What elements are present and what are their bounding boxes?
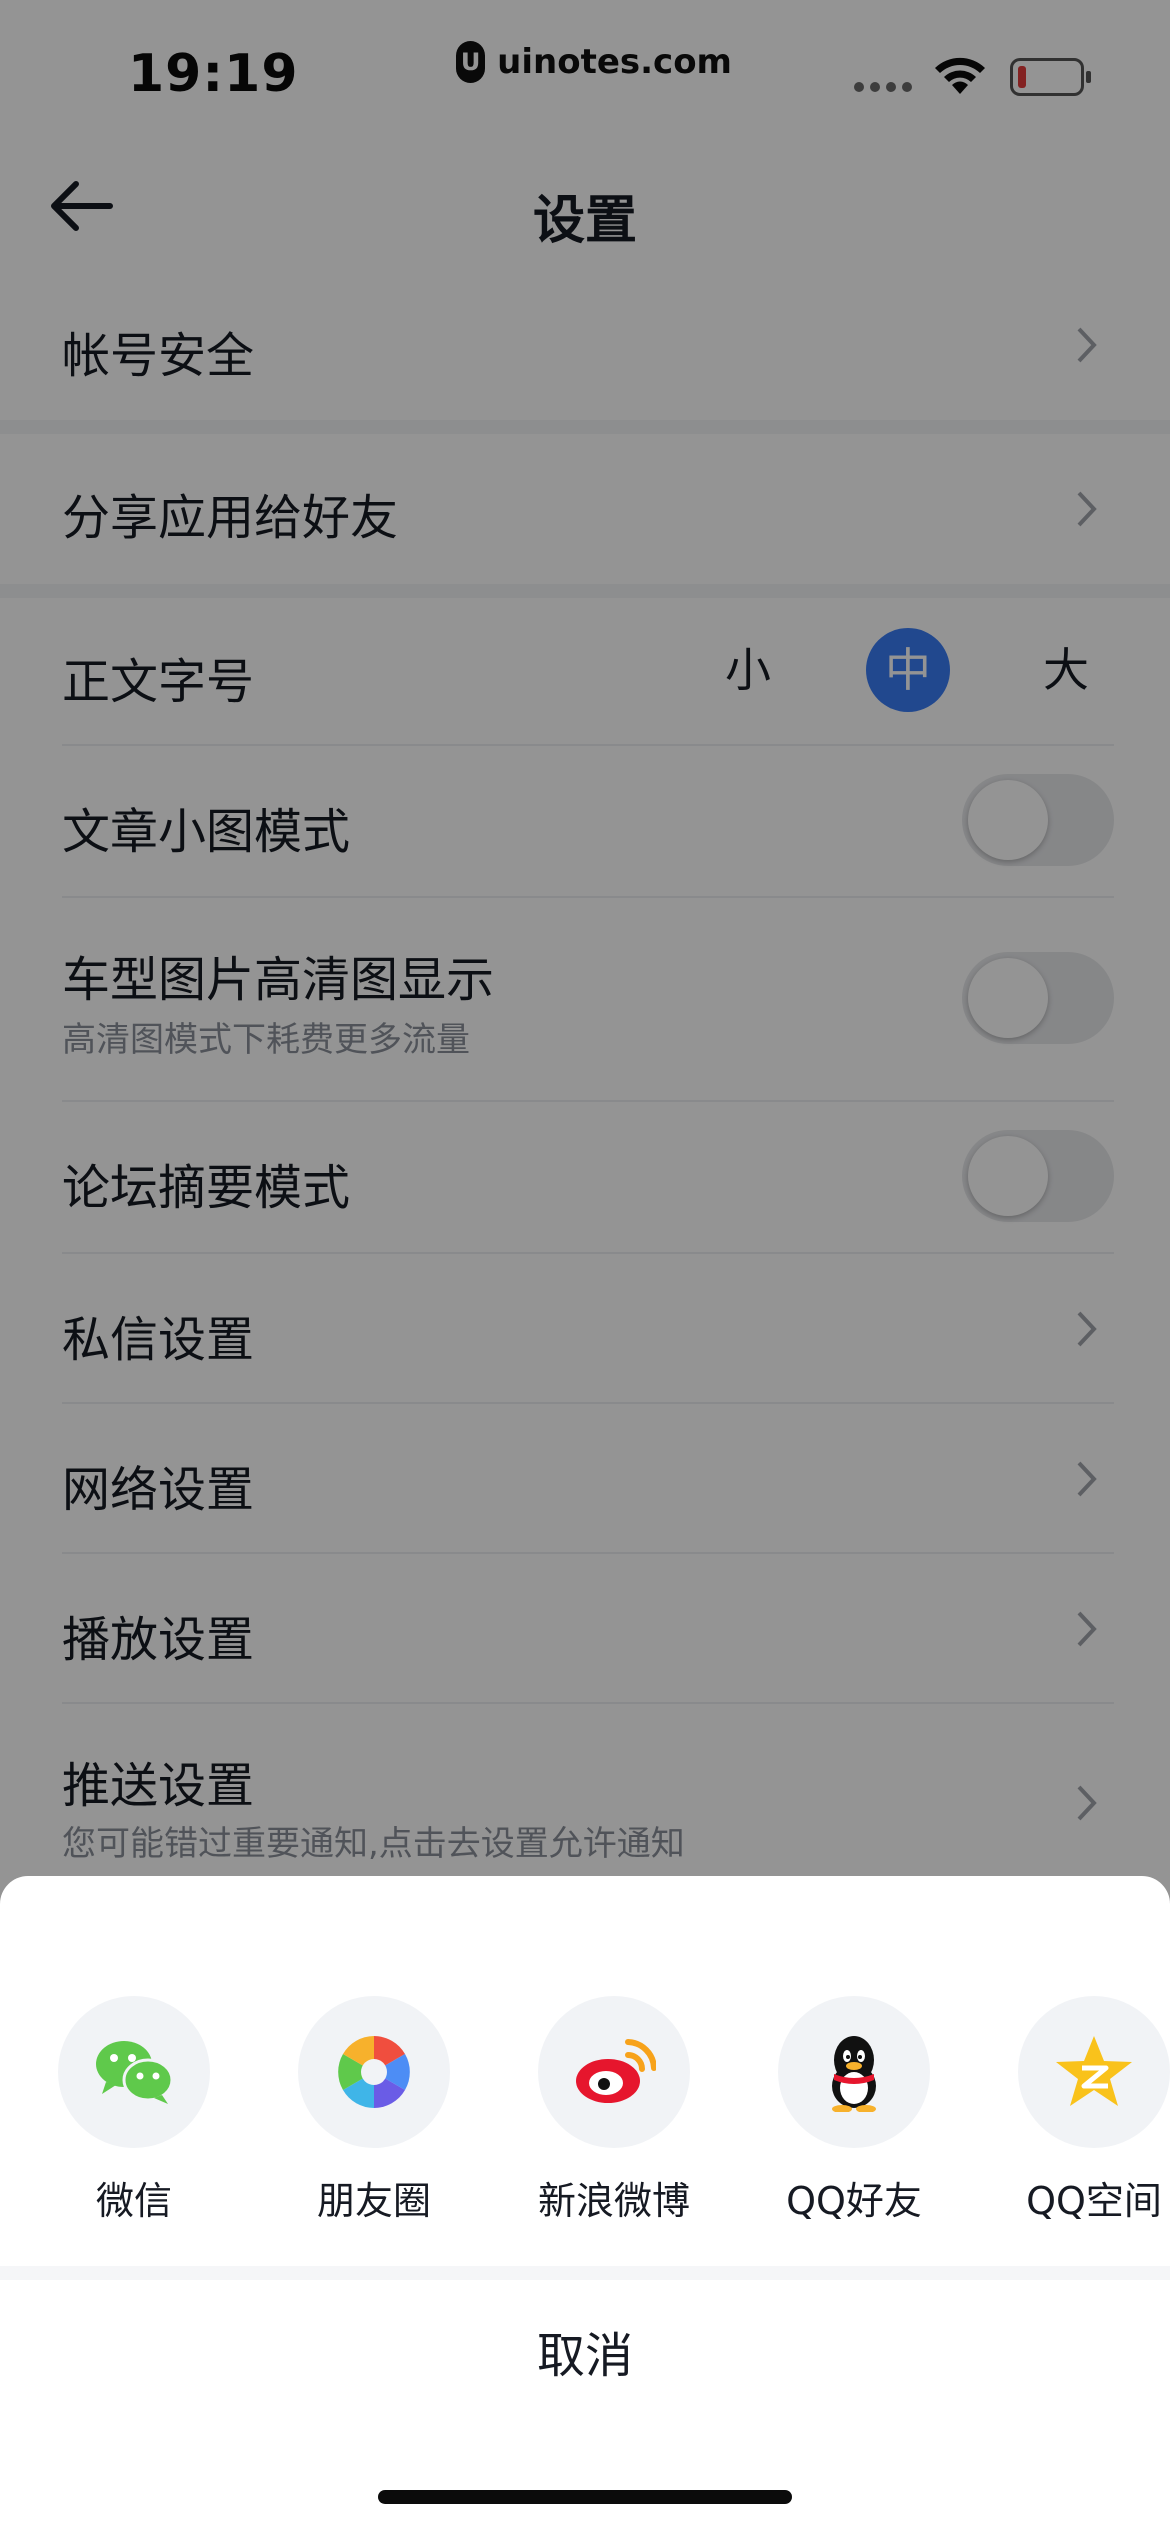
- share-qzone[interactable]: QQ空间: [994, 1996, 1170, 2225]
- share-moments[interactable]: 朋友圈: [274, 1996, 474, 2225]
- share-label: QQ好友: [786, 2179, 922, 2223]
- weibo-icon: [576, 2039, 656, 2103]
- cancel-button[interactable]: 取消: [0, 2316, 1170, 2386]
- share-wechat[interactable]: 微信: [34, 1996, 234, 2225]
- wechat-icon: [96, 2041, 174, 2104]
- sheet-divider: [0, 2266, 1170, 2280]
- share-label: QQ空间: [1026, 2179, 1162, 2223]
- share-weibo[interactable]: 新浪微博: [514, 1996, 714, 2225]
- home-indicator: [378, 2490, 792, 2504]
- share-label: 新浪微博: [537, 2179, 690, 2223]
- share-sheet: 微信 朋友圈 新浪微博 QQ好友 QQ空间 取消: [0, 1876, 1170, 2532]
- share-label: 微信: [95, 2179, 172, 2223]
- moments-icon: [338, 2036, 410, 2108]
- share-label: 朋友圈: [316, 2179, 431, 2223]
- share-qq[interactable]: QQ好友: [754, 1996, 954, 2225]
- qzone-icon: [1056, 2036, 1132, 2106]
- qq-icon: [832, 2036, 876, 2112]
